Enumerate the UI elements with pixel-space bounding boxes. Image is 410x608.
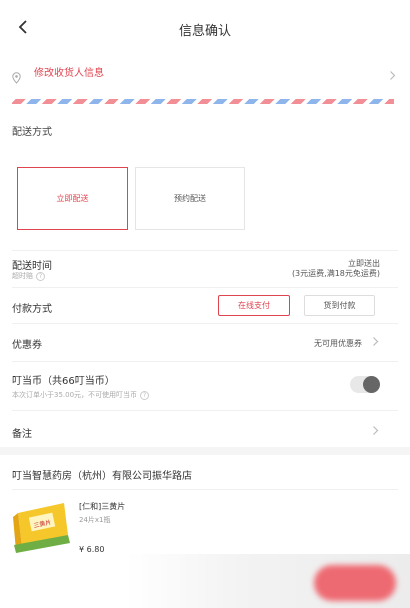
coins-note: 本次订单小于35.00元，不可使用叮当币	[12, 391, 138, 399]
remark-label[interactable]: 备注	[12, 425, 32, 440]
overtime-compensation-label: 超时赔	[12, 272, 33, 280]
delivery-time-label: 配送时间	[12, 261, 52, 272]
product-price: ¥ 6.80	[79, 545, 105, 554]
coins-note-row: 本次订单小于35.00元，不可使用叮当币?	[12, 390, 150, 400]
delivery-fee-note: (3元运费,满18元免运费)	[291, 269, 380, 278]
location-pin-icon	[12, 72, 21, 84]
divider	[12, 410, 398, 411]
delivery-time-sub: 超时赔?	[12, 271, 45, 281]
airmail-divider	[12, 99, 394, 104]
product-name: [仁和]三黄片	[79, 502, 126, 511]
cash-on-delivery-option[interactable]: 货到付款	[304, 295, 375, 316]
divider	[12, 250, 398, 251]
coins-toggle[interactable]	[350, 376, 380, 393]
divider	[12, 361, 398, 362]
divider	[12, 323, 398, 324]
coins-label: 叮当币（共66叮当币）	[12, 376, 115, 387]
payment-method-label: 付款方式	[12, 304, 52, 315]
header-bar: 信息确认	[0, 0, 410, 56]
product-image: 三黄片	[13, 503, 70, 553]
divider	[12, 287, 398, 288]
online-payment-option[interactable]: 在线支付	[218, 295, 290, 316]
scheduled-delivery-option[interactable]: 预约配送	[135, 167, 245, 230]
toggle-knob	[363, 376, 380, 393]
instant-delivery-option[interactable]: 立即配送	[17, 167, 128, 230]
coupon-value[interactable]: 无可用优惠券	[314, 338, 362, 349]
delivery-method-title: 配送方式	[12, 127, 52, 138]
chevron-right-icon	[373, 337, 379, 346]
edit-recipient-label: 修改收货人信息	[34, 68, 104, 79]
product-spec: 24片x1瓶	[79, 516, 111, 524]
divider	[12, 489, 398, 490]
section-gap	[0, 447, 410, 455]
submit-order-button[interactable]	[314, 565, 396, 601]
chevron-right-icon	[390, 71, 396, 80]
page-title: 信息确认	[178, 24, 231, 39]
address-row[interactable]: 修改收货人信息	[0, 56, 410, 96]
coupon-label: 优惠券	[12, 340, 42, 351]
chevron-right-icon	[373, 426, 379, 435]
store-name: 叮当智慧药房（杭州）有限公司振华路店	[12, 471, 192, 482]
help-icon[interactable]: ?	[36, 271, 45, 281]
help-icon[interactable]: ?	[140, 390, 150, 400]
